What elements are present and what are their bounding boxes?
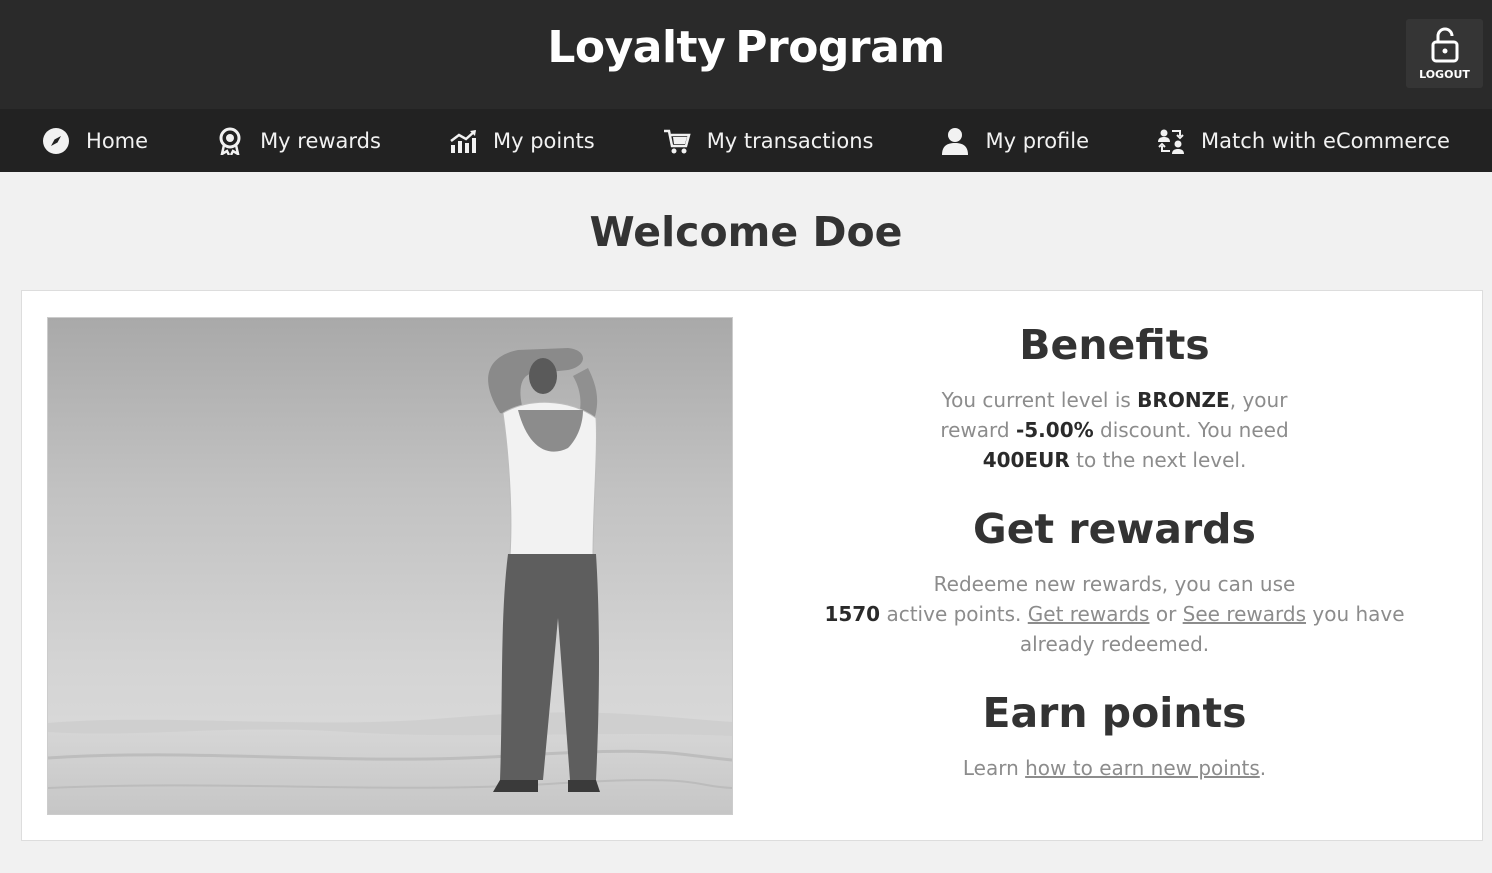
rewards-text-2: active points. bbox=[880, 602, 1028, 626]
award-ribbon-icon bbox=[216, 127, 244, 155]
see-rewards-link[interactable]: See rewards bbox=[1183, 602, 1306, 626]
get-rewards-link[interactable]: Get rewards bbox=[1028, 602, 1150, 626]
logout-button[interactable]: LOGOUT bbox=[1406, 19, 1483, 88]
nav-item-my-profile[interactable]: My profile bbox=[907, 109, 1123, 172]
user-icon bbox=[941, 127, 969, 155]
nav-item-home[interactable]: Home bbox=[8, 109, 182, 172]
main-nav: Home My rewards My points My transaction… bbox=[0, 109, 1492, 172]
logout-label: LOGOUT bbox=[1419, 68, 1470, 81]
benefits-text-4: You need bbox=[1197, 418, 1289, 442]
needed-amount: 400EUR bbox=[982, 448, 1070, 472]
chart-up-icon bbox=[449, 127, 477, 155]
rewards-text: Redeeme new rewards, you can use 1570 act… bbox=[792, 569, 1437, 659]
earn-text-1: Learn bbox=[962, 756, 1026, 780]
active-points-value: 1570 bbox=[824, 602, 881, 626]
info-section: Benefits You current level is BRONZE, yo… bbox=[792, 317, 1437, 813]
benefits-heading: Benefits bbox=[1019, 321, 1210, 369]
hero-photo bbox=[47, 317, 733, 815]
earn-text: Learn how to earn new points. bbox=[792, 753, 1437, 783]
main-panel: Benefits You current level is BRONZE, yo… bbox=[21, 290, 1483, 841]
benefits-text: You current level is BRONZE, your reward… bbox=[935, 385, 1295, 475]
shopping-cart-icon bbox=[663, 127, 691, 155]
page-title: Welcome Doe bbox=[589, 208, 903, 256]
benefits-text-1: You current level is bbox=[941, 388, 1138, 412]
nav-label-my-points: My points bbox=[492, 128, 595, 153]
rewards-text-1: Redeeme new rewards, you can use bbox=[933, 572, 1296, 596]
user-exchange-icon bbox=[1157, 127, 1185, 155]
compass-icon bbox=[42, 127, 70, 155]
app-title-part1: Loyalty bbox=[547, 22, 726, 73]
nav-label-my-profile: My profile bbox=[985, 128, 1090, 153]
app-title: Loyalty Program bbox=[547, 22, 945, 73]
nav-item-my-points[interactable]: My points bbox=[415, 109, 629, 172]
level-value: BRONZE bbox=[1137, 388, 1230, 412]
nav-label-my-transactions: My transactions bbox=[706, 128, 874, 153]
earn-text-2: . bbox=[1259, 756, 1267, 780]
padlock-icon bbox=[1431, 27, 1458, 63]
nav-label-home: Home bbox=[86, 128, 149, 153]
app-title-part2: Program bbox=[735, 22, 945, 73]
nav-label-match-ecommerce: Match with eCommerce bbox=[1201, 128, 1450, 153]
benefits-text-5: to the next level. bbox=[1069, 448, 1247, 472]
nav-item-my-transactions[interactable]: My transactions bbox=[629, 109, 908, 172]
top-header: Loyalty Program LOGOUT bbox=[0, 0, 1492, 109]
person-stretching-beach-image bbox=[48, 318, 732, 814]
nav-label-my-rewards: My rewards bbox=[260, 128, 381, 153]
earn-points-heading: Earn points bbox=[982, 689, 1247, 737]
discount-value: -5.00% bbox=[1015, 418, 1094, 442]
benefits-text-3: discount. bbox=[1093, 418, 1192, 442]
nav-item-match-ecommerce[interactable]: Match with eCommerce bbox=[1123, 109, 1484, 172]
nav-item-my-rewards[interactable]: My rewards bbox=[182, 109, 415, 172]
earn-points-link[interactable]: how to earn new points bbox=[1025, 756, 1260, 780]
rewards-text-3: or bbox=[1149, 602, 1183, 626]
get-rewards-heading: Get rewards bbox=[973, 505, 1256, 553]
